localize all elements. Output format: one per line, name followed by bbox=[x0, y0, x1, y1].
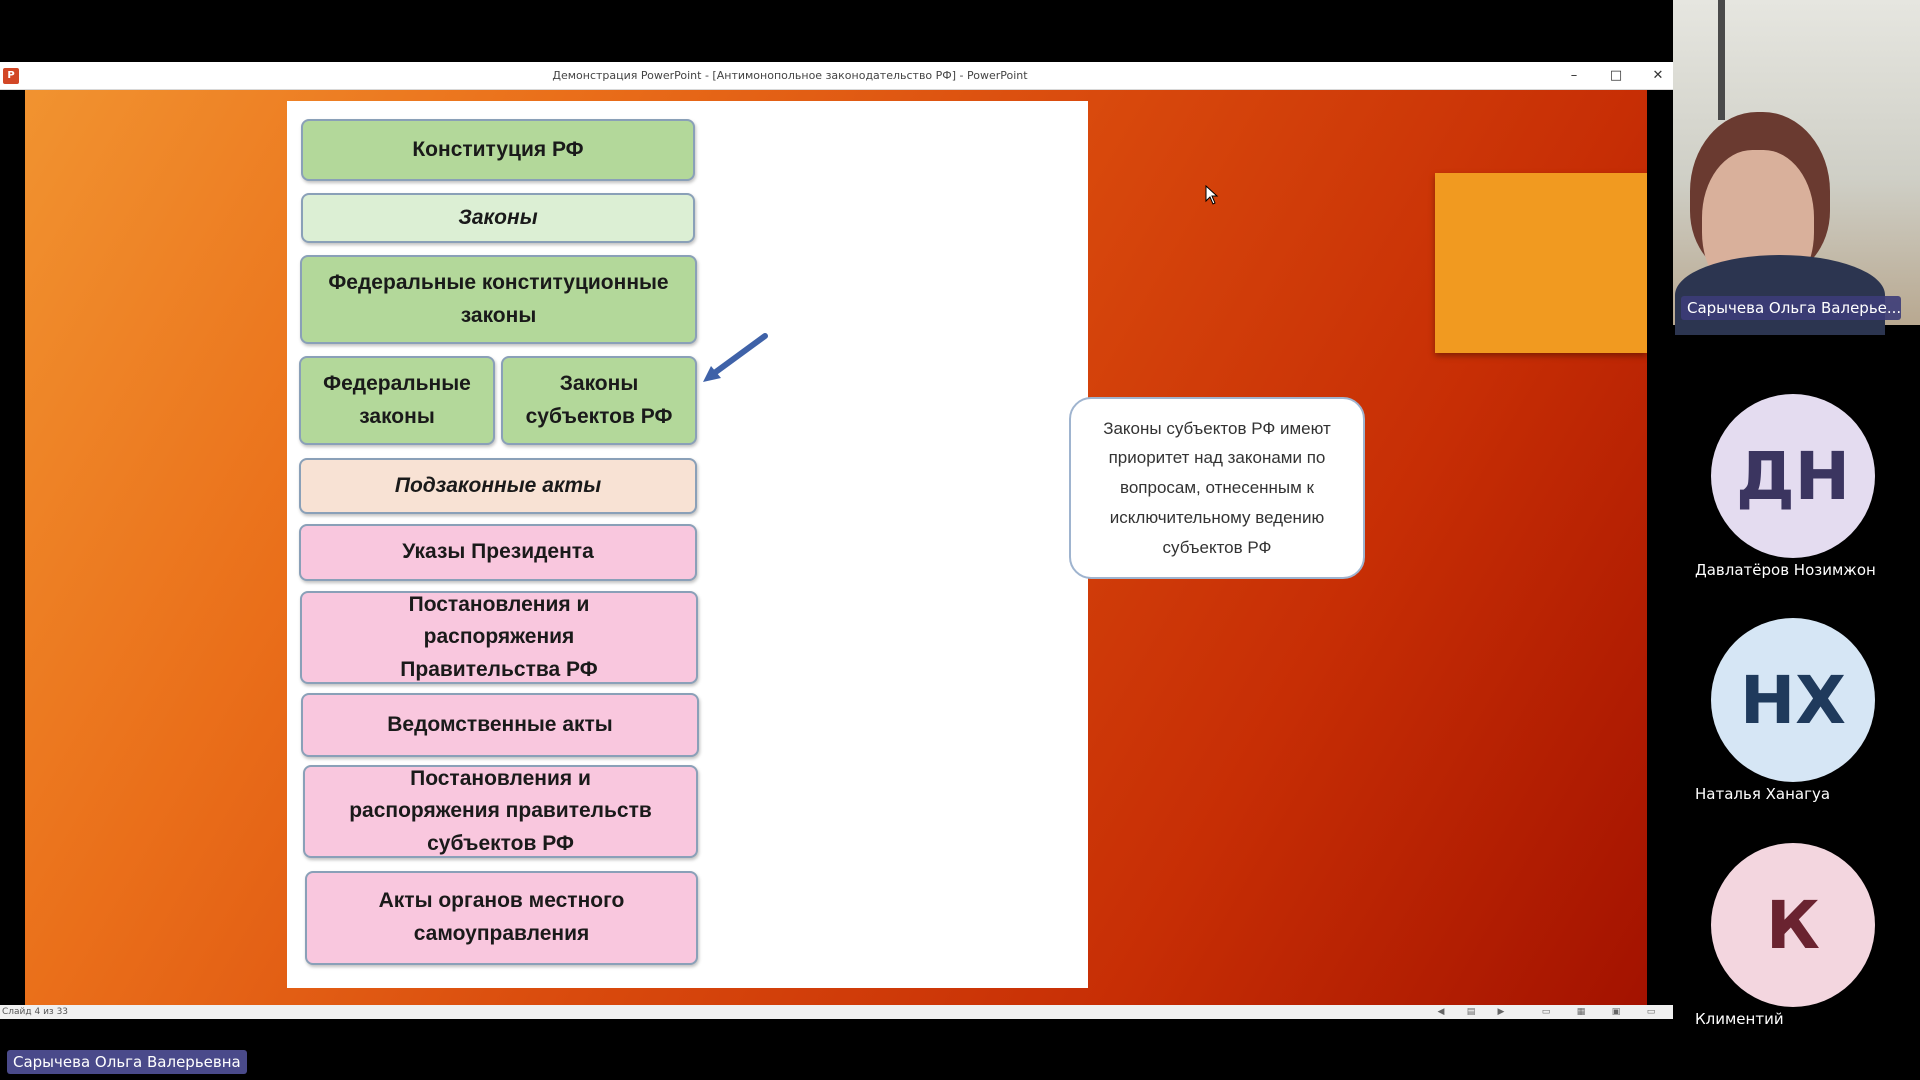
screen-share-presenter-label: Сарычева Ольга Валерьевна bbox=[7, 1050, 247, 1074]
close-button[interactable]: ✕ bbox=[1638, 62, 1678, 90]
box-bylaws: Подзаконные акты bbox=[299, 458, 697, 514]
decorative-orange-rectangle bbox=[1435, 173, 1647, 353]
box-subject-government-resolutions: Постановления и распоряжения правительст… bbox=[303, 765, 698, 858]
participant-shoulders bbox=[1675, 255, 1885, 335]
box-subject-laws: Законы субъектов РФ bbox=[501, 356, 697, 445]
arrow-icon bbox=[703, 333, 768, 382]
box-federal-laws: Федеральные законы bbox=[299, 356, 495, 445]
participant-name: Климентий bbox=[1695, 1010, 1784, 1028]
box-constitution: Конституция РФ bbox=[301, 119, 695, 181]
callout-note: Законы субъектов РФ имеют приоритет над … bbox=[1069, 397, 1365, 579]
box-local-government-acts: Акты органов местного самоуправления bbox=[305, 871, 698, 965]
box-laws: Законы bbox=[301, 193, 695, 243]
box-government-resolutions: Постановления и распоряжения Правительст… bbox=[300, 591, 698, 684]
participant-name: Давлатёров Нозимжон bbox=[1695, 561, 1876, 579]
reading-view-icon[interactable]: ▣ bbox=[1610, 1007, 1622, 1017]
slideshow-view-icon[interactable]: ▭ bbox=[1645, 1007, 1657, 1017]
box-federal-constitutional-laws: Федеральные конституционные законы bbox=[300, 255, 697, 344]
mouse-cursor-icon bbox=[1205, 185, 1219, 205]
background-door-frame bbox=[1718, 0, 1725, 120]
video-participant-name: Сарычева Ольга Валерье... bbox=[1681, 296, 1901, 320]
window-title: Демонстрация PowerPoint - [Антимонопольн… bbox=[552, 69, 1028, 82]
slide-menu-icon[interactable]: ▤ bbox=[1465, 1007, 1477, 1017]
participant-avatar[interactable]: К bbox=[1711, 843, 1875, 1007]
normal-view-icon[interactable]: ▭ bbox=[1540, 1007, 1552, 1017]
next-slide-icon[interactable]: ▶ bbox=[1495, 1007, 1507, 1017]
slide-sorter-icon[interactable]: ▦ bbox=[1575, 1007, 1587, 1017]
participant-name: Наталья Ханагуа bbox=[1695, 785, 1831, 803]
box-presidential-decrees: Указы Президента bbox=[299, 524, 697, 581]
maximize-button[interactable]: □ bbox=[1596, 62, 1636, 90]
powerpoint-status-bar bbox=[0, 1005, 1673, 1019]
participant-avatar[interactable]: ДН bbox=[1711, 394, 1875, 558]
previous-slide-icon[interactable]: ◀ bbox=[1435, 1007, 1447, 1017]
slide-content-panel: Конституция РФ Законы Федеральные консти… bbox=[287, 101, 1365, 988]
slide-counter: Слайд 4 из 33 bbox=[2, 1007, 69, 1017]
minimize-button[interactable]: – bbox=[1554, 62, 1594, 90]
box-departmental-acts: Ведомственные акты bbox=[301, 693, 699, 757]
participant-avatar[interactable]: НХ bbox=[1711, 618, 1875, 782]
